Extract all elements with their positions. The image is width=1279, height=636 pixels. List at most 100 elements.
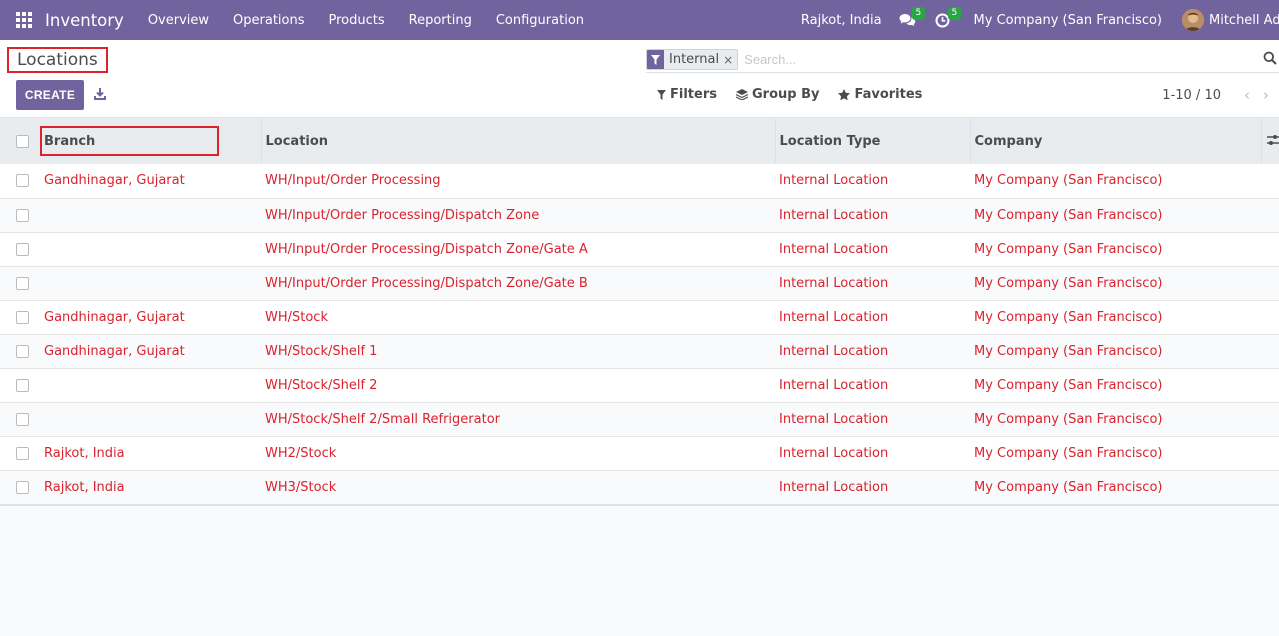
download-icon[interactable]	[94, 87, 106, 101]
messages-button[interactable]: 5	[899, 0, 926, 40]
company-cell[interactable]: My Company (San Francisco)	[970, 368, 1261, 402]
facet-remove-icon[interactable]: ×	[723, 53, 737, 67]
table-row[interactable]: WH/Stock/Shelf 2/Small Refrigerator Inte…	[0, 402, 1279, 436]
row-checkbox[interactable]	[16, 242, 29, 256]
activities-button[interactable]: 5	[935, 0, 962, 40]
row-checkbox[interactable]	[16, 412, 29, 426]
menu-operations[interactable]: Operations	[221, 13, 316, 28]
company-cell[interactable]: My Company (San Francisco)	[970, 334, 1261, 368]
location-cell[interactable]: WH3/Stock	[261, 470, 775, 504]
location-type-cell[interactable]: Internal Location	[775, 402, 970, 436]
menu-overview[interactable]: Overview	[136, 13, 221, 28]
row-checkbox[interactable]	[16, 480, 29, 494]
table-row[interactable]: Gandhinagar, Gujarat WH/Stock Internal L…	[0, 300, 1279, 334]
company-cell[interactable]: My Company (San Francisco)	[970, 300, 1261, 334]
pager-next-button[interactable]: ›	[1259, 86, 1273, 104]
groupby-toggle[interactable]: Group By	[735, 87, 819, 102]
table-row[interactable]: WH/Input/Order Processing/Dispatch Zone …	[0, 198, 1279, 232]
location-type-cell[interactable]: Internal Location	[775, 334, 970, 368]
row-checkbox[interactable]	[16, 344, 29, 358]
table-row[interactable]: Gandhinagar, Gujarat WH/Input/Order Proc…	[0, 164, 1279, 198]
sliders-icon[interactable]	[1267, 134, 1279, 146]
table-row[interactable]: WH/Input/Order Processing/Dispatch Zone/…	[0, 232, 1279, 266]
filters-toggle[interactable]: Filters	[657, 87, 717, 102]
company-cell[interactable]: My Company (San Francisco)	[970, 198, 1261, 232]
column-header-location[interactable]: Location	[261, 118, 776, 164]
location-cell[interactable]: WH/Stock	[261, 300, 775, 334]
location-cell[interactable]: WH/Stock/Shelf 2	[261, 368, 775, 402]
filters-label: Filters	[670, 87, 717, 102]
branch-cell[interactable]	[40, 266, 261, 300]
pager: 1-10 / 10 ‹ ›	[1162, 86, 1273, 104]
location-cell[interactable]: WH/Stock/Shelf 2/Small Refrigerator	[261, 402, 775, 436]
row-select-cell	[0, 368, 40, 402]
row-checkbox[interactable]	[16, 310, 29, 324]
menu-products[interactable]: Products	[317, 13, 397, 28]
optional-columns-cell	[1261, 118, 1279, 164]
favorites-toggle[interactable]: Favorites	[838, 87, 922, 102]
column-header-branch[interactable]: Branch	[40, 118, 262, 164]
table-row[interactable]: Rajkot, India WH2/Stock Internal Locatio…	[0, 436, 1279, 470]
branch-switcher[interactable]: Rajkot, India	[801, 13, 882, 28]
branch-cell[interactable]	[40, 368, 261, 402]
company-cell[interactable]: My Company (San Francisco)	[970, 470, 1261, 504]
branch-cell[interactable]: Rajkot, India	[40, 470, 261, 504]
branch-cell[interactable]	[40, 232, 261, 266]
company-cell[interactable]: My Company (San Francisco)	[970, 436, 1261, 470]
location-cell[interactable]: WH/Input/Order Processing/Dispatch Zone/…	[261, 232, 775, 266]
location-type-cell[interactable]: Internal Location	[775, 470, 970, 504]
company-cell[interactable]: My Company (San Francisco)	[970, 402, 1261, 436]
column-header-company[interactable]: Company	[970, 118, 1262, 164]
branch-cell[interactable]	[40, 402, 261, 436]
column-header-label: Location	[265, 133, 329, 149]
app-menu-icon[interactable]	[16, 12, 32, 28]
row-checkbox[interactable]	[16, 276, 29, 290]
location-cell[interactable]: WH/Input/Order Processing/Dispatch Zone/…	[261, 266, 775, 300]
location-cell[interactable]: WH/Input/Order Processing/Dispatch Zone	[261, 198, 775, 232]
row-checkbox[interactable]	[16, 174, 29, 188]
company-cell[interactable]: My Company (San Francisco)	[970, 232, 1261, 266]
location-type-cell[interactable]: Internal Location	[775, 198, 970, 232]
branch-cell[interactable]	[40, 198, 261, 232]
branch-header-highlight	[40, 126, 219, 156]
row-checkbox[interactable]	[16, 208, 29, 222]
menu-reporting[interactable]: Reporting	[397, 13, 484, 28]
user-avatar[interactable]	[1182, 9, 1204, 31]
table-row[interactable]: WH/Stock/Shelf 2 Internal Location My Co…	[0, 368, 1279, 402]
company-cell[interactable]: My Company (San Francisco)	[970, 266, 1261, 300]
location-type-cell[interactable]: Internal Location	[775, 266, 970, 300]
row-select-cell	[0, 300, 40, 334]
location-type-cell[interactable]: Internal Location	[775, 436, 970, 470]
table-row[interactable]: Rajkot, India WH3/Stock Internal Locatio…	[0, 470, 1279, 504]
search-icon[interactable]	[1263, 51, 1277, 65]
location-cell[interactable]: WH/Stock/Shelf 1	[261, 334, 775, 368]
location-type-cell[interactable]: Internal Location	[775, 232, 970, 266]
spacer-cell	[1261, 334, 1279, 368]
branch-cell[interactable]: Gandhinagar, Gujarat	[40, 164, 261, 198]
company-switcher[interactable]: My Company (San Francisco)	[974, 13, 1162, 28]
company-cell[interactable]: My Company (San Francisco)	[970, 164, 1261, 198]
location-type-cell[interactable]: Internal Location	[775, 300, 970, 334]
row-checkbox[interactable]	[16, 446, 29, 460]
location-cell[interactable]: WH2/Stock	[261, 436, 775, 470]
row-select-cell	[0, 334, 40, 368]
user-menu[interactable]: Mitchell Admin	[1209, 13, 1279, 28]
column-header-location-type[interactable]: Location Type	[775, 118, 971, 164]
pager-value[interactable]: 1-10 / 10	[1162, 88, 1221, 103]
location-type-cell[interactable]: Internal Location	[775, 164, 970, 198]
search-input[interactable]	[744, 52, 1265, 67]
table-header-row: Branch Location Location Type Company	[0, 118, 1279, 164]
branch-cell[interactable]: Gandhinagar, Gujarat	[40, 334, 261, 368]
create-button[interactable]: CREATE	[16, 80, 84, 110]
location-cell[interactable]: WH/Input/Order Processing	[261, 164, 775, 198]
pager-previous-button[interactable]: ‹	[1240, 86, 1254, 104]
row-checkbox[interactable]	[16, 378, 29, 392]
menu-configuration[interactable]: Configuration	[484, 13, 596, 28]
location-type-cell[interactable]: Internal Location	[775, 368, 970, 402]
branch-cell[interactable]: Gandhinagar, Gujarat	[40, 300, 261, 334]
table-row[interactable]: WH/Input/Order Processing/Dispatch Zone/…	[0, 266, 1279, 300]
select-all-checkbox[interactable]	[16, 134, 29, 148]
table-row[interactable]: Gandhinagar, Gujarat WH/Stock/Shelf 1 In…	[0, 334, 1279, 368]
branch-cell[interactable]: Rajkot, India	[40, 436, 261, 470]
app-name[interactable]: Inventory	[45, 11, 124, 30]
